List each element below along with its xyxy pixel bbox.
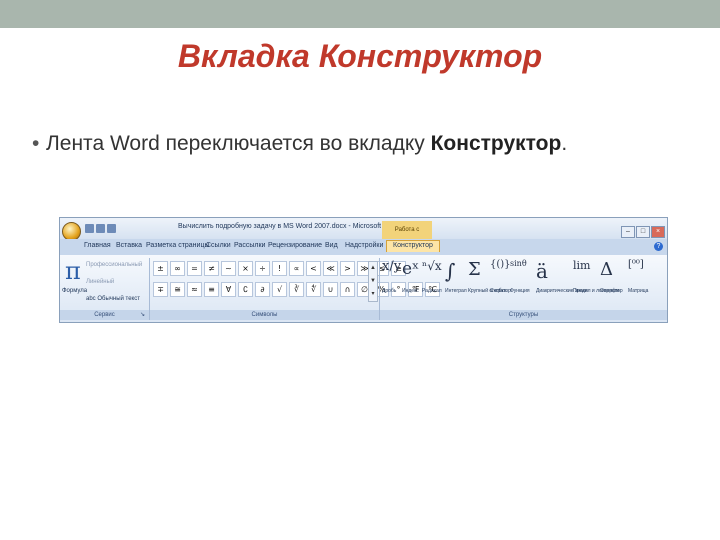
tab-references[interactable]: Ссылки <box>206 242 231 249</box>
group-label-structures: Структуры <box>380 310 667 320</box>
symbols-scroll[interactable]: ▲ ▼ ▾ <box>368 261 378 302</box>
maximize-icon[interactable]: □ <box>636 226 650 238</box>
structure-icon: [⁰⁰] <box>628 259 644 270</box>
tab-home[interactable]: Главная <box>84 242 111 249</box>
structure-label: Интеграл <box>445 288 467 294</box>
structure-label: Радикал <box>422 288 442 294</box>
symbol-button[interactable]: ≪ <box>323 261 338 276</box>
symbol-button[interactable]: ∝ <box>289 261 304 276</box>
bullet-suffix: . <box>561 132 568 155</box>
formula-button-label[interactable]: Формула <box>62 288 87 294</box>
redo-icon[interactable] <box>107 224 116 233</box>
minimize-icon[interactable]: – <box>621 226 635 238</box>
slide-title: Вкладка Конструктор <box>177 38 543 74</box>
linear-option[interactable]: Линейный <box>86 279 114 285</box>
symbol-button[interactable]: ∩ <box>340 282 355 297</box>
tab-review[interactable]: Рецензирование <box>268 242 322 249</box>
help-icon[interactable]: ? <box>654 242 663 251</box>
symbol-button[interactable]: ∜ <box>306 282 321 297</box>
group-label-service: Сервис <box>60 310 149 320</box>
structure-label: Матрица <box>628 288 649 294</box>
structure-label: Индекс <box>402 288 419 294</box>
symbol-button[interactable]: ≅ <box>170 282 185 297</box>
symbol-button[interactable]: ∛ <box>289 282 304 297</box>
symbol-button[interactable]: < <box>306 261 321 276</box>
symbol-button[interactable]: ∁ <box>238 282 253 297</box>
tab-view[interactable]: Вид <box>325 242 338 249</box>
structure-icon: lim <box>573 259 591 272</box>
symbol-button[interactable]: ∀ <box>221 282 236 297</box>
document-title: Вычислить подробную задачу в MS Word 200… <box>178 223 400 230</box>
professional-option[interactable]: Профессиональный <box>86 262 142 268</box>
symbol-button[interactable]: ≡ <box>204 282 219 297</box>
undo-icon[interactable] <box>96 224 105 233</box>
structure-icon: ∫ <box>445 259 456 283</box>
symbol-button[interactable]: √ <box>272 282 287 297</box>
context-tab-title: Работа с формулами <box>382 221 432 251</box>
symbol-button[interactable]: ∪ <box>323 282 338 297</box>
symbol-button[interactable]: > <box>340 261 355 276</box>
symbol-button[interactable]: ≠ <box>204 261 219 276</box>
ribbon-panel: π Формула Профессиональный Линейный abc … <box>60 255 667 322</box>
symbol-button[interactable]: ∓ <box>153 282 168 297</box>
structure-label: Оператор <box>600 288 623 294</box>
structure-label: Скобка <box>490 288 507 294</box>
structure-icon: x/y <box>382 259 402 274</box>
plain-text-option[interactable]: abc Обычный текст <box>86 296 140 302</box>
symbol-button[interactable]: ! <box>272 261 287 276</box>
structure-icon: Σ <box>468 259 481 280</box>
pi-formula-icon[interactable]: π <box>65 259 81 283</box>
close-icon[interactable]: × <box>651 226 665 238</box>
symbol-button[interactable]: ≈ <box>187 282 202 297</box>
tab-page-layout[interactable]: Разметка страницы <box>146 242 210 249</box>
structure-icon: Δ <box>600 259 613 280</box>
bullet-text: Лента Word переключается во вкладку <box>46 132 431 155</box>
window-controls: – □ × <box>620 220 665 238</box>
symbol-button[interactable]: ∞ <box>170 261 185 276</box>
bullet-bold-text: Конструктор <box>430 132 562 155</box>
tab-addins[interactable]: Надстройки <box>345 242 383 249</box>
structure-icon: sinθ <box>510 259 527 268</box>
structure-icon: ä <box>536 259 548 283</box>
tab-design[interactable]: Конструктор <box>386 240 440 252</box>
word-title-bar: Вычислить подробную задачу в MS Word 200… <box>60 218 667 251</box>
tab-mailings[interactable]: Рассылки <box>234 242 265 249</box>
word-ribbon-screenshot: Вычислить подробную задачу в MS Word 200… <box>59 217 668 323</box>
structure-icon: ⁿ√x <box>422 259 442 273</box>
structure-icon: eˣ <box>402 259 420 279</box>
slide-top-bar <box>0 0 720 28</box>
structure-label: Дробь <box>382 288 397 294</box>
group-label-symbols: Символы <box>150 310 379 320</box>
symbol-button[interactable]: ÷ <box>255 261 270 276</box>
dialog-launcher-icon[interactable]: ↘ <box>140 311 145 318</box>
structure-icon: {()} <box>490 259 511 270</box>
symbol-button[interactable]: ~ <box>221 261 236 276</box>
tab-insert[interactable]: Вставка <box>116 242 142 249</box>
quick-access-toolbar <box>85 224 118 235</box>
save-icon[interactable] <box>85 224 94 233</box>
symbol-button[interactable]: ± <box>153 261 168 276</box>
symbol-button[interactable]: ∂ <box>255 282 270 297</box>
symbol-button[interactable]: × <box>238 261 253 276</box>
ribbon-tabs: Главная Вставка Разметка страницы Ссылки… <box>60 239 667 255</box>
slide-bullet: • Лента Word переключается во вкладку Кон… <box>32 132 567 156</box>
symbols-row-2: ∓ ≅ ≈ ≡ ∀ ∁ ∂ √ ∛ ∜ ∪ ∩ ∅% ° ℉ ℃ <box>153 282 442 297</box>
structure-label: Функция <box>510 288 530 294</box>
bullet-dot: • <box>32 132 40 155</box>
symbol-button[interactable]: = <box>187 261 202 276</box>
